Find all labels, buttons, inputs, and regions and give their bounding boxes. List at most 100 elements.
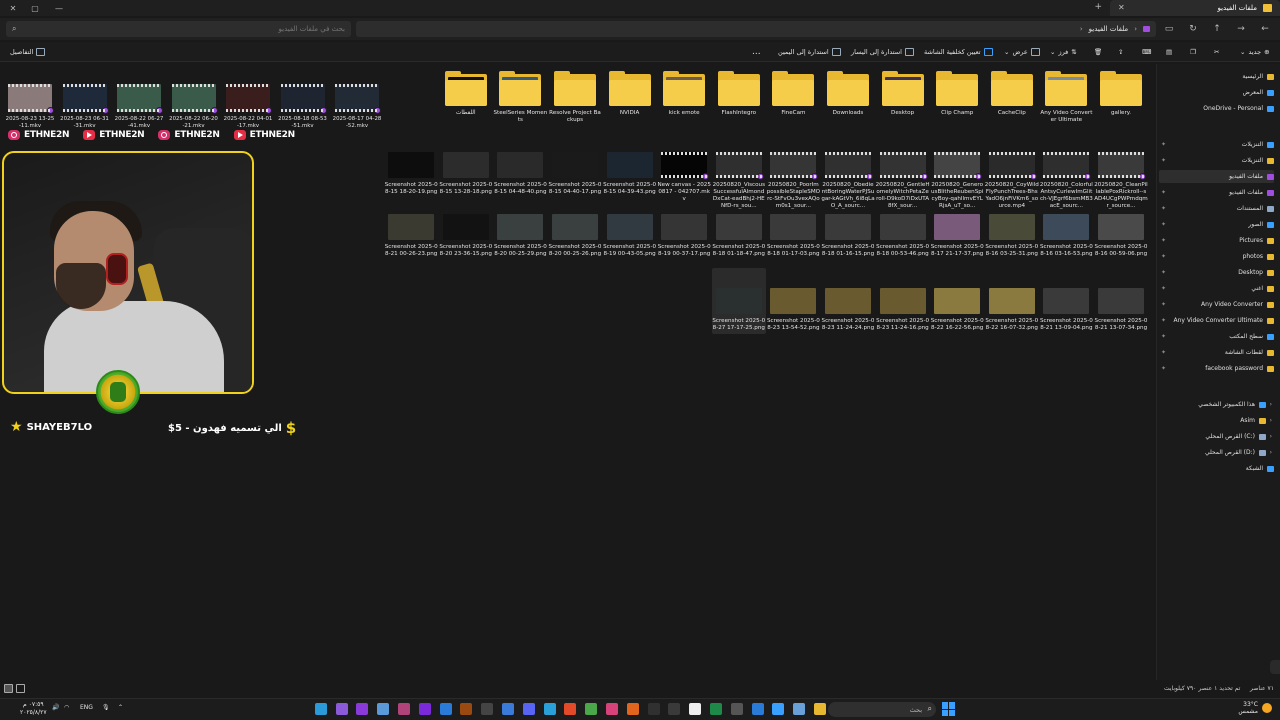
folder-item[interactable]: FlashIntegro	[712, 71, 766, 117]
share-icon[interactable]: ⇪	[1118, 46, 1123, 58]
sidebar-item[interactable]: سطح المكتب	[1229, 330, 1274, 343]
view-button[interactable]: ⌄ عرض	[1004, 46, 1040, 58]
pin-icon[interactable]: ✦	[1161, 189, 1166, 196]
pin-icon[interactable]: ✦	[1161, 157, 1166, 164]
edge-icon[interactable]	[543, 703, 556, 715]
details-view-icon[interactable]	[4, 684, 13, 693]
capcut-icon[interactable]	[689, 703, 702, 715]
pin-icon[interactable]: ✦	[1161, 205, 1166, 212]
pin-icon[interactable]: ✦	[1161, 317, 1166, 324]
file-item[interactable]: Screenshot 2025-08-20 00-25-26.png	[548, 214, 602, 258]
refresh-icon[interactable]: ↻	[1184, 21, 1202, 37]
copy-icon[interactable]: ❐	[1190, 46, 1196, 58]
folder-item[interactable]: kick emote	[657, 71, 711, 117]
photos-icon[interactable]	[606, 703, 618, 715]
file-item[interactable]: Screenshot 2025-08-15 13-28-18.png	[439, 152, 493, 196]
chat-app-icon[interactable]	[772, 703, 785, 715]
pin-icon[interactable]: ✦	[1161, 301, 1166, 308]
firefox-icon[interactable]	[626, 703, 639, 715]
obs-icon[interactable]	[647, 703, 660, 715]
folder-item[interactable]: Downloads	[821, 71, 875, 117]
file-item[interactable]: 20250820_ColorfulAntsyCurlewImGlitch-VJE…	[1039, 152, 1093, 210]
folder-item[interactable]: Resolve Project Backups	[548, 71, 602, 124]
chevron-up-icon[interactable]: ⌃	[118, 704, 123, 711]
monitor-icon[interactable]: ▭	[1160, 21, 1178, 37]
folder-item[interactable]: Clip Champ	[930, 71, 984, 117]
minimize-window-button[interactable]: —	[46, 0, 72, 16]
file-item[interactable]: New canvas - 20250817 - 042707.mkv	[657, 152, 711, 203]
search-input[interactable]	[12, 25, 345, 33]
sidebar-item[interactable]: الشبكة	[1246, 462, 1274, 475]
file-item[interactable]: Screenshot 2025-08-15 04-48-40.png	[493, 152, 547, 196]
calculator-icon[interactable]	[730, 703, 743, 715]
file-item[interactable]: Screenshot 2025-08-22 16-07-32.png	[985, 288, 1039, 332]
sidebar-item[interactable]: المستندات	[1237, 202, 1274, 215]
file-item[interactable]: Screenshot 2025-08-17 21-17-37.png	[930, 214, 984, 258]
file-item[interactable]: 20250820_GentleHomelyWitchPetaZeroll-D9k…	[876, 152, 930, 210]
sidebar-item[interactable]: Pictures	[1239, 234, 1274, 247]
language-indicator[interactable]: ENG	[80, 704, 93, 711]
sidebar-item[interactable]: لقطات الشاشة	[1225, 346, 1274, 359]
file-item[interactable]: Screenshot 2025-08-21 00-26-23.png	[384, 214, 438, 258]
chevron-right-icon[interactable]: ›	[1270, 401, 1272, 408]
delete-icon[interactable]: 🗑	[1094, 46, 1102, 58]
file-item[interactable]: 20250820_PoorImpossibleStapleSMOrc-StFvO…	[766, 152, 820, 210]
pin-icon[interactable]: ✦	[1161, 141, 1166, 148]
file-item[interactable]: 20250820_ViscousSuccessfulAlmondDxCat-ea…	[712, 152, 766, 210]
file-item[interactable]: Screenshot 2025-08-20 23-36-15.png	[439, 214, 493, 258]
sidebar-item[interactable]: ملفات الفيديو	[1159, 170, 1274, 183]
file-item[interactable]: Screenshot 2025-08-23 11-24-16.png	[876, 288, 930, 332]
sidebar-item[interactable]: ملفات الفيديو	[1229, 186, 1274, 199]
premiere-icon[interactable]	[418, 703, 431, 715]
sidebar-item[interactable]: الصور	[1248, 218, 1274, 231]
pin-icon[interactable]: ✦	[1161, 365, 1166, 372]
pin-icon[interactable]: ✦	[1161, 349, 1166, 356]
media-icon[interactable]	[668, 703, 681, 715]
rename-icon[interactable]: ⌨	[1142, 46, 1151, 58]
file-item[interactable]: 20250820_GenerousBlitheReubenSpicyBoy-qa…	[930, 152, 984, 210]
file-item[interactable]: Screenshot 2025-08-22 16-22-56.png	[930, 288, 984, 332]
microphone-icon[interactable]: 🎙	[102, 704, 110, 711]
file-item[interactable]: Screenshot 2025-08-15 04-40-17.png	[548, 152, 602, 196]
file-explorer-icon[interactable]	[814, 703, 826, 715]
file-item[interactable]: 20250820_CleanPillablePoxRickroll--sAD4U…	[1094, 152, 1148, 210]
maximize-window-button[interactable]: ▢	[22, 0, 48, 16]
brave-icon[interactable]	[564, 703, 577, 715]
weather-widget[interactable]: 33°C مشمس	[1238, 701, 1272, 715]
file-item[interactable]: Screenshot 2025-08-21 13-07-34.png	[1094, 288, 1148, 332]
sidebar-item[interactable]: التنزيلات	[1242, 138, 1274, 151]
folder-item[interactable]: gallery.	[1094, 71, 1148, 117]
vscode-icon[interactable]	[439, 703, 452, 715]
file-item[interactable]: Screenshot 2025-08-18 00-53-46.png	[876, 214, 930, 258]
folder-item[interactable]: SteelSeries Moments	[493, 71, 547, 124]
tiles-view-icon[interactable]	[16, 684, 25, 693]
file-item[interactable]: Screenshot 2025-08-19 00-37-17.png	[657, 214, 711, 258]
sort-button[interactable]: ⌄ فرز ⇅	[1050, 46, 1077, 58]
folder-item[interactable]: NVIDIA	[603, 71, 657, 117]
file-item[interactable]: 20250820_ObedientBoringWaterPJSugar-kAGt…	[821, 152, 875, 210]
discord-icon[interactable]	[522, 703, 535, 715]
rotate-right-button[interactable]: استدارة إلى اليمين	[778, 46, 841, 58]
sidebar-item[interactable]: اغني	[1251, 282, 1274, 295]
chrome-icon[interactable]	[585, 703, 598, 715]
pin-icon[interactable]: ✦	[1161, 285, 1166, 292]
file-item[interactable]: Screenshot 2025-08-16 00-59-06.png	[1094, 214, 1148, 258]
back-arrow-icon[interactable]: ←	[1256, 21, 1274, 37]
file-item[interactable]: Screenshot 2025-08-15 04-39-43.png	[603, 152, 657, 196]
sidebar-item[interactable]: Any Video Converter	[1201, 298, 1274, 311]
file-item[interactable]: Screenshot 2025-08-21 13-09-04.png	[1039, 288, 1093, 332]
folder-item[interactable]: Any Video Converter Ultimate	[1039, 71, 1093, 124]
file-item[interactable]: Screenshot 2025-08-18 01-17-03.png	[766, 214, 820, 258]
sidebar-item[interactable]: Asim ›	[1240, 414, 1274, 427]
close-tab-icon[interactable]: ✕	[1118, 3, 1125, 12]
file-item[interactable]: Screenshot 2025-08-19 00-43-05.png	[603, 214, 657, 258]
file-item[interactable]: Screenshot 2025-08-23 11-24-24.png	[821, 288, 875, 332]
pin-icon[interactable]: ✦	[1161, 333, 1166, 340]
illustrator-icon[interactable]	[460, 703, 473, 715]
notes-icon[interactable]	[377, 703, 390, 715]
pin-icon[interactable]: ✦	[1161, 221, 1166, 228]
file-item[interactable]: Screenshot 2025-08-16 03-25-31.png	[985, 214, 1039, 258]
up-arrow-icon[interactable]: ↑	[1208, 21, 1226, 37]
breadcrumb-chevron-icon[interactable]: ›	[1080, 25, 1083, 33]
new-button[interactable]: ⌄ جديد ⊕	[1240, 46, 1270, 58]
